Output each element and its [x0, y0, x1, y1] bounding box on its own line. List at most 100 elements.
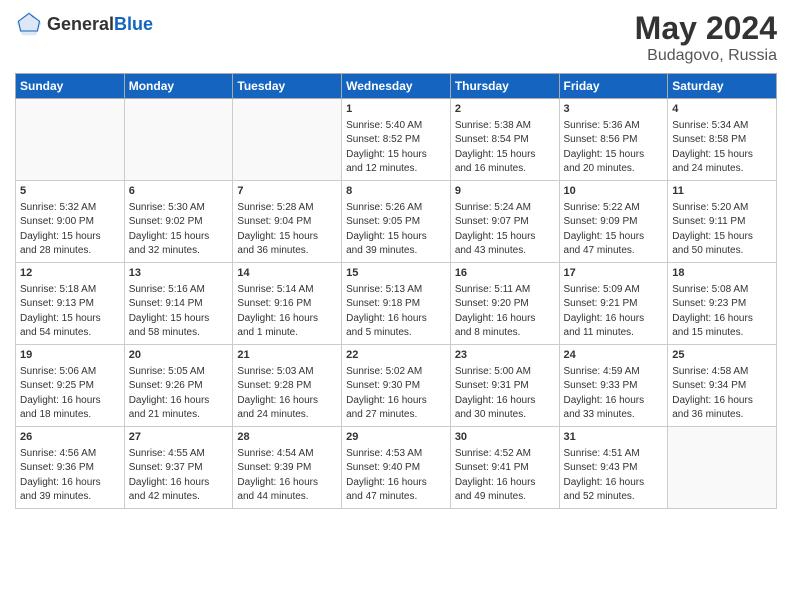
- calendar-cell: 11Sunrise: 5:20 AMSunset: 9:11 PMDayligh…: [668, 181, 777, 263]
- day-number: 28: [237, 430, 337, 446]
- day-info: Sunrise: 4:53 AMSunset: 9:40 PMDaylight:…: [346, 447, 446, 505]
- calendar-location: Budagovo, Russia: [635, 47, 777, 65]
- logo: GeneralBlue: [15, 10, 153, 38]
- day-number: 12: [20, 266, 120, 282]
- day-info: Sunrise: 5:03 AMSunset: 9:28 PMDaylight:…: [237, 365, 337, 423]
- calendar-cell: 3Sunrise: 5:36 AMSunset: 8:56 PMDaylight…: [559, 99, 668, 181]
- day-number: 23: [455, 348, 555, 364]
- col-friday: Friday: [559, 74, 668, 99]
- day-info: Sunrise: 5:13 AMSunset: 9:18 PMDaylight:…: [346, 283, 446, 341]
- day-number: 22: [346, 348, 446, 364]
- calendar-cell: 8Sunrise: 5:26 AMSunset: 9:05 PMDaylight…: [342, 181, 451, 263]
- day-info: Sunrise: 4:56 AMSunset: 9:36 PMDaylight:…: [20, 447, 120, 505]
- day-info: Sunrise: 5:09 AMSunset: 9:21 PMDaylight:…: [564, 283, 664, 341]
- calendar-cell: 27Sunrise: 4:55 AMSunset: 9:37 PMDayligh…: [124, 427, 233, 509]
- calendar-cell: 25Sunrise: 4:58 AMSunset: 9:34 PMDayligh…: [668, 345, 777, 427]
- calendar-cell: 9Sunrise: 5:24 AMSunset: 9:07 PMDaylight…: [450, 181, 559, 263]
- day-number: 19: [20, 348, 120, 364]
- logo-blue: Blue: [114, 14, 153, 34]
- day-info: Sunrise: 5:06 AMSunset: 9:25 PMDaylight:…: [20, 365, 120, 423]
- day-info: Sunrise: 4:54 AMSunset: 9:39 PMDaylight:…: [237, 447, 337, 505]
- calendar-cell: 30Sunrise: 4:52 AMSunset: 9:41 PMDayligh…: [450, 427, 559, 509]
- day-info: Sunrise: 5:24 AMSunset: 9:07 PMDaylight:…: [455, 201, 555, 259]
- calendar-cell: 23Sunrise: 5:00 AMSunset: 9:31 PMDayligh…: [450, 345, 559, 427]
- calendar-week-5: 26Sunrise: 4:56 AMSunset: 9:36 PMDayligh…: [16, 427, 777, 509]
- day-number: 29: [346, 430, 446, 446]
- day-number: 9: [455, 184, 555, 200]
- day-info: Sunrise: 5:18 AMSunset: 9:13 PMDaylight:…: [20, 283, 120, 341]
- calendar-week-4: 19Sunrise: 5:06 AMSunset: 9:25 PMDayligh…: [16, 345, 777, 427]
- day-info: Sunrise: 5:20 AMSunset: 9:11 PMDaylight:…: [672, 201, 772, 259]
- day-number: 20: [129, 348, 229, 364]
- logo-general: General: [47, 14, 114, 34]
- day-number: 26: [20, 430, 120, 446]
- day-info: Sunrise: 5:32 AMSunset: 9:00 PMDaylight:…: [20, 201, 120, 259]
- calendar-cell: 2Sunrise: 5:38 AMSunset: 8:54 PMDaylight…: [450, 99, 559, 181]
- calendar-week-1: 1Sunrise: 5:40 AMSunset: 8:52 PMDaylight…: [16, 99, 777, 181]
- calendar-cell: 10Sunrise: 5:22 AMSunset: 9:09 PMDayligh…: [559, 181, 668, 263]
- day-info: Sunrise: 5:22 AMSunset: 9:09 PMDaylight:…: [564, 201, 664, 259]
- calendar-week-2: 5Sunrise: 5:32 AMSunset: 9:00 PMDaylight…: [16, 181, 777, 263]
- day-info: Sunrise: 5:08 AMSunset: 9:23 PMDaylight:…: [672, 283, 772, 341]
- day-number: 14: [237, 266, 337, 282]
- calendar-cell: [668, 427, 777, 509]
- day-info: Sunrise: 5:14 AMSunset: 9:16 PMDaylight:…: [237, 283, 337, 341]
- calendar-cell: 21Sunrise: 5:03 AMSunset: 9:28 PMDayligh…: [233, 345, 342, 427]
- calendar-cell: [233, 99, 342, 181]
- day-number: 25: [672, 348, 772, 364]
- calendar-cell: 28Sunrise: 4:54 AMSunset: 9:39 PMDayligh…: [233, 427, 342, 509]
- day-number: 1: [346, 102, 446, 118]
- day-info: Sunrise: 4:51 AMSunset: 9:43 PMDaylight:…: [564, 447, 664, 505]
- day-number: 24: [564, 348, 664, 364]
- calendar-title: May 2024: [635, 10, 777, 47]
- calendar-cell: 7Sunrise: 5:28 AMSunset: 9:04 PMDaylight…: [233, 181, 342, 263]
- day-number: 27: [129, 430, 229, 446]
- day-info: Sunrise: 5:40 AMSunset: 8:52 PMDaylight:…: [346, 119, 446, 177]
- col-wednesday: Wednesday: [342, 74, 451, 99]
- calendar-cell: 6Sunrise: 5:30 AMSunset: 9:02 PMDaylight…: [124, 181, 233, 263]
- day-number: 8: [346, 184, 446, 200]
- calendar-cell: 12Sunrise: 5:18 AMSunset: 9:13 PMDayligh…: [16, 263, 125, 345]
- calendar-table: Sunday Monday Tuesday Wednesday Thursday…: [15, 73, 777, 509]
- day-info: Sunrise: 5:38 AMSunset: 8:54 PMDaylight:…: [455, 119, 555, 177]
- col-thursday: Thursday: [450, 74, 559, 99]
- logo-text: GeneralBlue: [47, 14, 153, 35]
- calendar-week-3: 12Sunrise: 5:18 AMSunset: 9:13 PMDayligh…: [16, 263, 777, 345]
- calendar-cell: 17Sunrise: 5:09 AMSunset: 9:21 PMDayligh…: [559, 263, 668, 345]
- calendar-cell: 14Sunrise: 5:14 AMSunset: 9:16 PMDayligh…: [233, 263, 342, 345]
- calendar-cell: 29Sunrise: 4:53 AMSunset: 9:40 PMDayligh…: [342, 427, 451, 509]
- day-number: 18: [672, 266, 772, 282]
- page-container: GeneralBlue May 2024 Budagovo, Russia Su…: [0, 0, 792, 519]
- calendar-cell: 4Sunrise: 5:34 AMSunset: 8:58 PMDaylight…: [668, 99, 777, 181]
- calendar-cell: 16Sunrise: 5:11 AMSunset: 9:20 PMDayligh…: [450, 263, 559, 345]
- calendar-cell: 13Sunrise: 5:16 AMSunset: 9:14 PMDayligh…: [124, 263, 233, 345]
- day-number: 16: [455, 266, 555, 282]
- day-number: 15: [346, 266, 446, 282]
- calendar-cell: 18Sunrise: 5:08 AMSunset: 9:23 PMDayligh…: [668, 263, 777, 345]
- col-tuesday: Tuesday: [233, 74, 342, 99]
- day-info: Sunrise: 5:16 AMSunset: 9:14 PMDaylight:…: [129, 283, 229, 341]
- title-block: May 2024 Budagovo, Russia: [635, 10, 777, 65]
- day-info: Sunrise: 5:26 AMSunset: 9:05 PMDaylight:…: [346, 201, 446, 259]
- header: GeneralBlue May 2024 Budagovo, Russia: [15, 10, 777, 65]
- day-number: 4: [672, 102, 772, 118]
- day-number: 2: [455, 102, 555, 118]
- calendar-cell: 31Sunrise: 4:51 AMSunset: 9:43 PMDayligh…: [559, 427, 668, 509]
- col-saturday: Saturday: [668, 74, 777, 99]
- calendar-cell: 20Sunrise: 5:05 AMSunset: 9:26 PMDayligh…: [124, 345, 233, 427]
- col-sunday: Sunday: [16, 74, 125, 99]
- calendar-cell: 22Sunrise: 5:02 AMSunset: 9:30 PMDayligh…: [342, 345, 451, 427]
- col-monday: Monday: [124, 74, 233, 99]
- day-info: Sunrise: 5:05 AMSunset: 9:26 PMDaylight:…: [129, 365, 229, 423]
- calendar-cell: 1Sunrise: 5:40 AMSunset: 8:52 PMDaylight…: [342, 99, 451, 181]
- day-info: Sunrise: 4:52 AMSunset: 9:41 PMDaylight:…: [455, 447, 555, 505]
- calendar-cell: 19Sunrise: 5:06 AMSunset: 9:25 PMDayligh…: [16, 345, 125, 427]
- day-info: Sunrise: 5:11 AMSunset: 9:20 PMDaylight:…: [455, 283, 555, 341]
- calendar-cell: 26Sunrise: 4:56 AMSunset: 9:36 PMDayligh…: [16, 427, 125, 509]
- day-number: 7: [237, 184, 337, 200]
- calendar-cell: [16, 99, 125, 181]
- day-info: Sunrise: 4:59 AMSunset: 9:33 PMDaylight:…: [564, 365, 664, 423]
- day-number: 21: [237, 348, 337, 364]
- day-info: Sunrise: 5:00 AMSunset: 9:31 PMDaylight:…: [455, 365, 555, 423]
- day-number: 17: [564, 266, 664, 282]
